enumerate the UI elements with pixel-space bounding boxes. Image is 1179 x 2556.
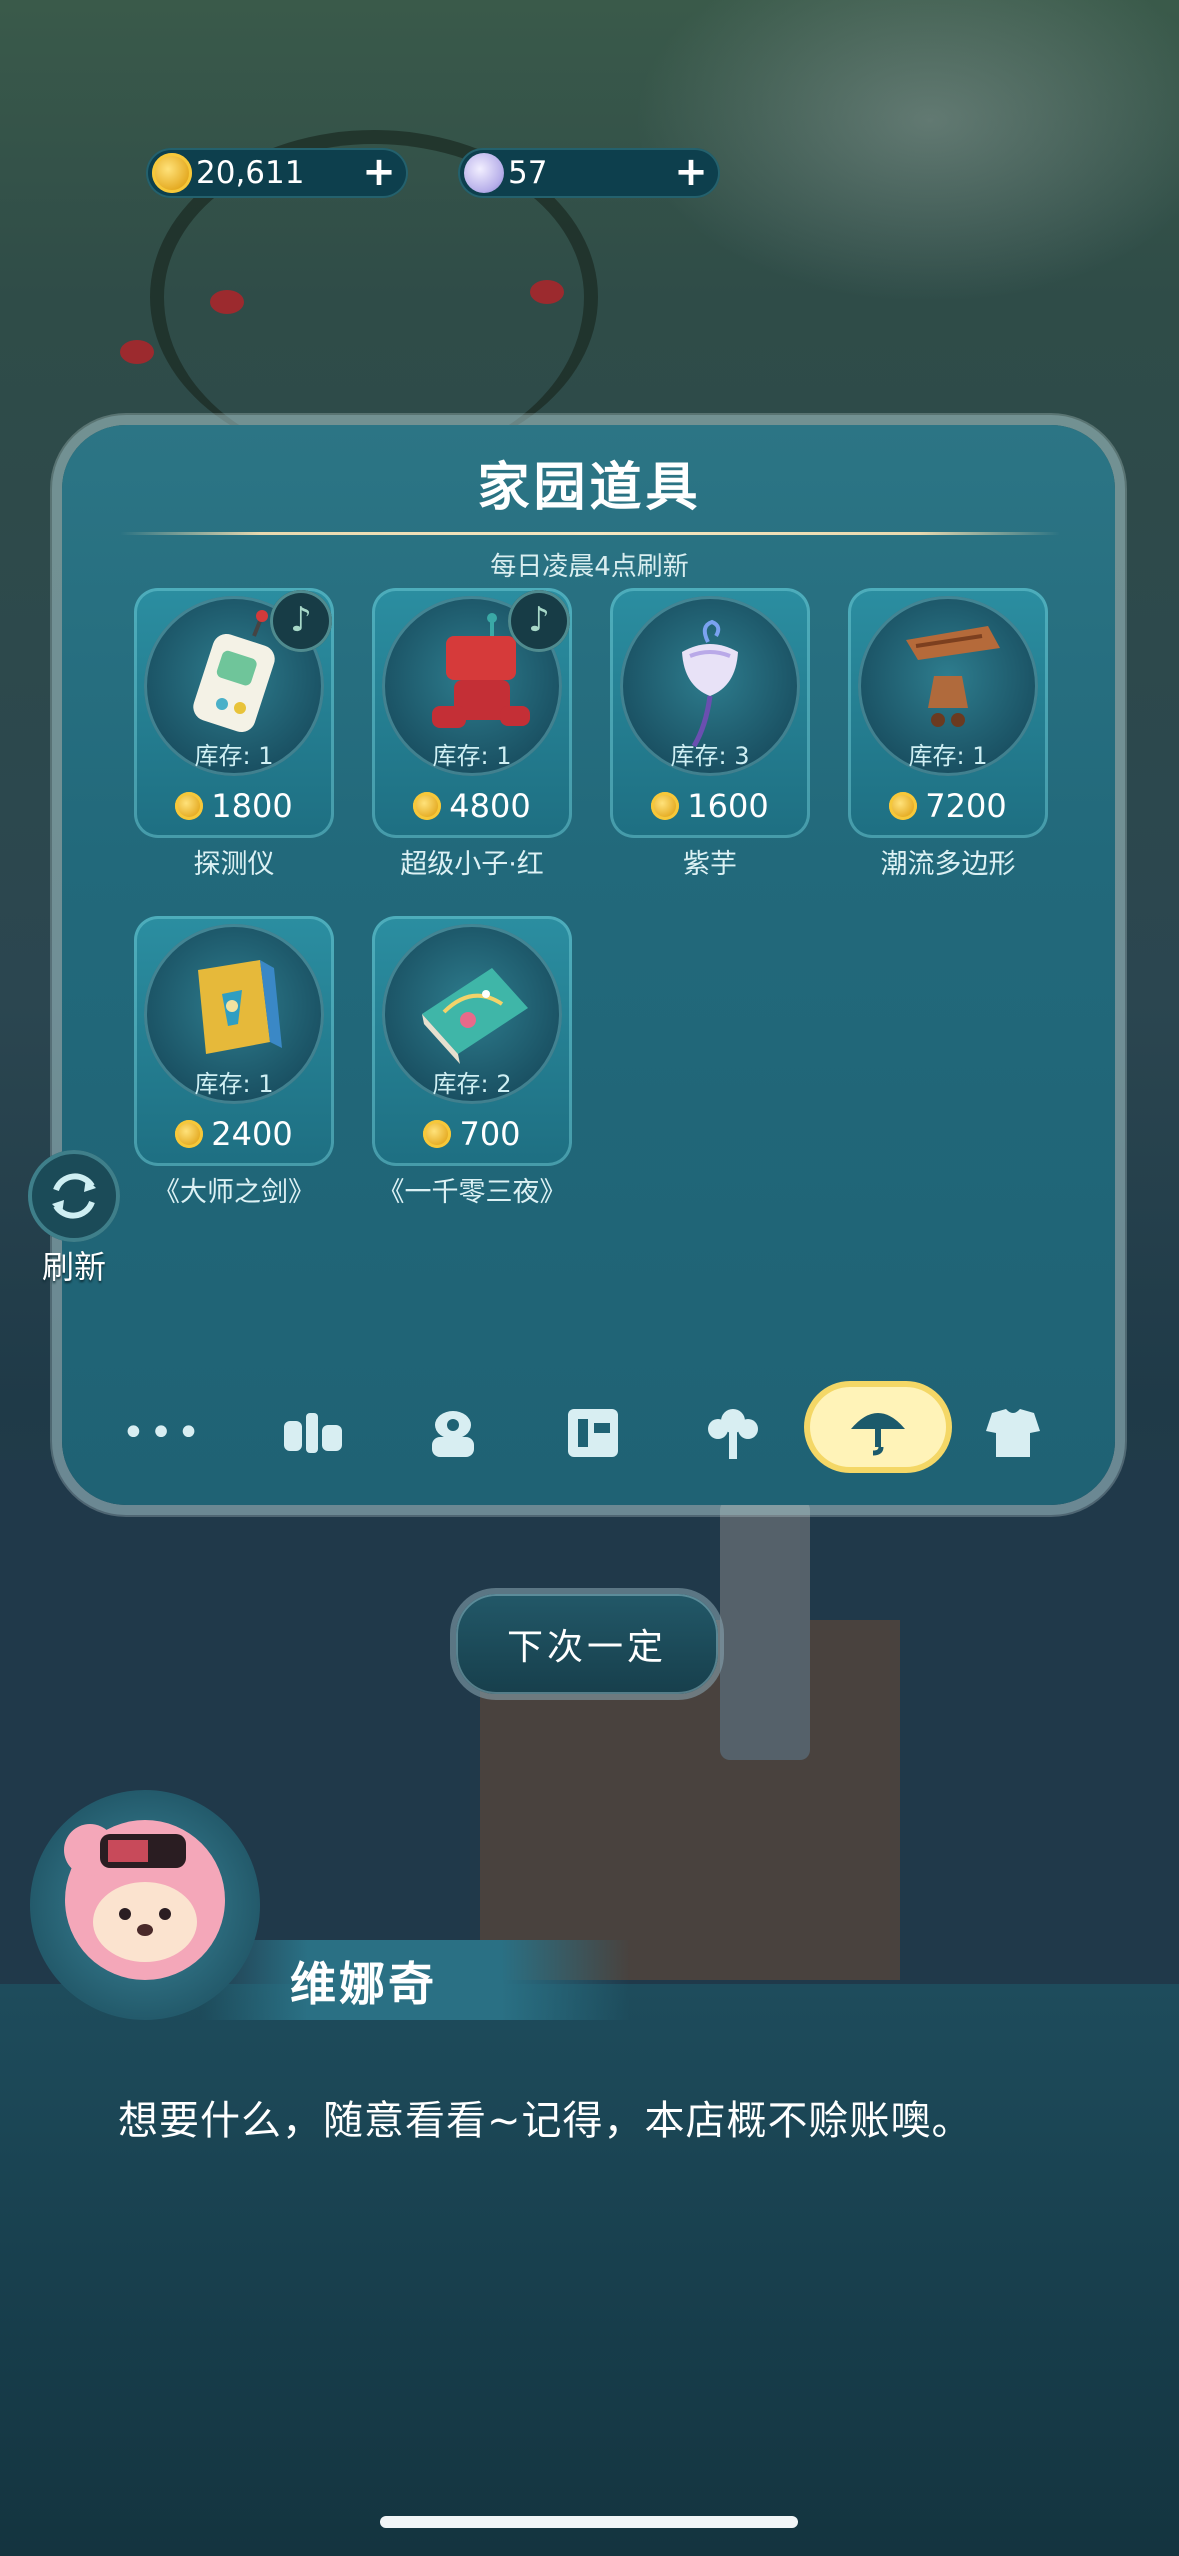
gold-coin-icon bbox=[175, 1120, 204, 1148]
shop-item-card[interactable]: 库存: 2 700 bbox=[372, 916, 572, 1166]
shop-item-card[interactable]: 库存: 1 7200 bbox=[848, 588, 1048, 838]
shop-item-card[interactable]: 库存: 3 1600 bbox=[610, 588, 810, 838]
refresh-icon bbox=[52, 1173, 96, 1219]
item-name: 《一千零三夜》 bbox=[377, 1177, 567, 1208]
plant-icon bbox=[432, 1411, 474, 1457]
add-moons-button[interactable]: + bbox=[672, 152, 710, 192]
item-price: 7200 bbox=[925, 787, 1007, 825]
item-price: 2400 bbox=[211, 1115, 293, 1153]
gold-coin-icon bbox=[889, 792, 918, 820]
item-price-row: 700 bbox=[372, 1112, 572, 1156]
item-price-row: 7200 bbox=[848, 784, 1048, 828]
flower-icon bbox=[708, 1409, 758, 1459]
coin-balance-bar: 20,611 + bbox=[146, 148, 408, 198]
item-price-row: 1600 bbox=[610, 784, 810, 828]
moon-balance: 57 bbox=[508, 155, 548, 191]
background-berry bbox=[210, 290, 244, 314]
item-name: 超级小子·红 bbox=[400, 849, 544, 880]
title-divider bbox=[120, 532, 1060, 535]
item-price: 4800 bbox=[449, 787, 531, 825]
shop-item-card[interactable]: ♪ 库存: 1 1800 bbox=[134, 588, 334, 838]
home-indicator[interactable] bbox=[380, 2516, 798, 2528]
item-stock: 库存: 3 bbox=[670, 742, 750, 770]
dialog-text: 想要什么，随意看看~记得，本店概不赊账噢。 bbox=[118, 2098, 973, 2144]
gold-coin-icon bbox=[413, 792, 442, 820]
category-tab-bar: ••• bbox=[108, 1365, 1068, 1495]
refresh-note: 每日凌晨4点刷新 bbox=[490, 552, 689, 582]
item-price-row: 4800 bbox=[372, 784, 572, 828]
tab-clothes[interactable] bbox=[958, 1383, 1068, 1483]
more-dots-icon: ••• bbox=[121, 1410, 205, 1456]
tab-plant[interactable] bbox=[398, 1383, 508, 1483]
music-note-badge-icon: ♪ bbox=[270, 590, 332, 652]
shop-title: 家园道具 bbox=[477, 458, 702, 518]
speaker-avatar bbox=[30, 1790, 260, 2020]
gold-coin-icon bbox=[651, 792, 680, 820]
food-icon bbox=[284, 1413, 342, 1453]
item-price-row: 1800 bbox=[134, 784, 334, 828]
item-name: 紫芋 bbox=[683, 849, 737, 880]
tab-food[interactable] bbox=[258, 1383, 368, 1483]
item-stock: 库存: 1 bbox=[432, 742, 512, 770]
umbrella-icon bbox=[851, 1413, 905, 1456]
item-price: 1600 bbox=[687, 787, 769, 825]
item-price: 1800 bbox=[211, 787, 293, 825]
add-coins-button[interactable]: + bbox=[360, 152, 398, 192]
item-price: 700 bbox=[459, 1115, 521, 1153]
refresh-button[interactable] bbox=[28, 1150, 120, 1242]
dialog-box bbox=[0, 1984, 1179, 2556]
gold-coin-icon bbox=[423, 1120, 452, 1148]
gold-coin-icon bbox=[175, 792, 204, 820]
tab-more[interactable]: ••• bbox=[108, 1383, 218, 1483]
background-berry bbox=[530, 280, 564, 304]
decline-button[interactable]: 下次一定 bbox=[456, 1594, 718, 1694]
item-name: 潮流多边形 bbox=[880, 849, 1016, 880]
item-price-row: 2400 bbox=[134, 1112, 334, 1156]
tab-music[interactable] bbox=[538, 1383, 648, 1483]
tab-flower[interactable] bbox=[678, 1383, 788, 1483]
gold-coin-icon bbox=[152, 153, 192, 193]
item-stock: 库存: 1 bbox=[194, 742, 274, 770]
refresh-label: 刷新 bbox=[41, 1248, 106, 1286]
item-stock: 库存: 1 bbox=[194, 1070, 274, 1098]
item-stock: 库存: 1 bbox=[908, 742, 988, 770]
item-name: 探测仪 bbox=[193, 849, 275, 880]
item-name: 《大师之剑》 bbox=[153, 1177, 315, 1208]
pink-bear-shopkeeper-avatar bbox=[64, 1820, 225, 1980]
shop-item-card[interactable]: 库存: 1 2400 bbox=[134, 916, 334, 1166]
tab-umbrella[interactable] bbox=[810, 1387, 946, 1467]
background-berry bbox=[120, 340, 154, 364]
clothes-icon bbox=[986, 1409, 1040, 1457]
item-stock: 库存: 2 bbox=[432, 1070, 512, 1098]
speaker-name: 维娜奇 bbox=[290, 1957, 437, 2011]
shop-item-card[interactable]: ♪ 库存: 1 4800 bbox=[372, 588, 572, 838]
moon-gem-icon bbox=[464, 153, 504, 193]
coin-balance: 20,611 bbox=[196, 155, 305, 191]
background-pillar bbox=[720, 1500, 810, 1760]
music-score-icon bbox=[568, 1409, 618, 1457]
music-note-badge-icon: ♪ bbox=[508, 590, 570, 652]
moon-balance-bar: 57 + bbox=[458, 148, 720, 198]
